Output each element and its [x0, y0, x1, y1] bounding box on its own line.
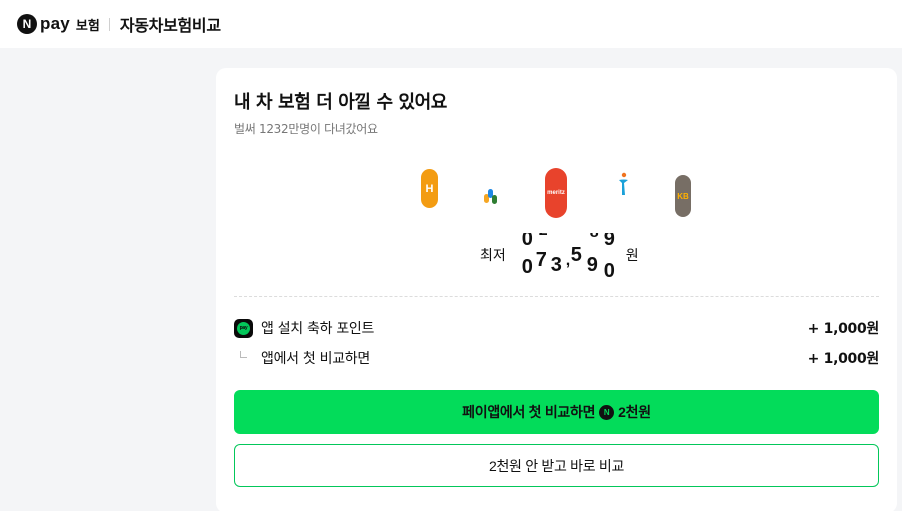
- point-amount: + 1,000원: [807, 321, 880, 337]
- point-amount: + 1,000원: [807, 351, 880, 367]
- top-navigation-bar: N pay 보험 자동차보험비교: [0, 0, 902, 48]
- price-digit: 0: [521, 233, 533, 250]
- meritz-insurance-logo-icon: meritz: [545, 168, 567, 218]
- compare-in-pay-app-button[interactable]: 페이앱에서 첫 비교하면 N 2천원: [234, 390, 879, 434]
- naver-point-coin-icon: N: [599, 404, 615, 420]
- hyundai-insurance-logo-icon: H: [421, 169, 438, 208]
- lowest-price-row: 최저 0 2 8 9 0 7 3 , 5 9 0 원: [480, 230, 639, 280]
- price-digit: 7: [535, 249, 547, 271]
- price-digit: 8: [590, 233, 599, 241]
- compare-without-reward-button[interactable]: 2천원 안 받고 바로 비교: [234, 444, 879, 487]
- naver-n-icon: N: [17, 14, 37, 34]
- card-title: 내 차 보험 더 아낄 수 있어요: [234, 92, 447, 113]
- npay-app-icon: pay: [234, 318, 253, 338]
- price-digit: 0: [603, 260, 615, 277]
- rolling-price-digits: 0 2 8 9 0 7 3 , 5 9 0: [522, 233, 622, 277]
- dashed-divider: [234, 296, 879, 297]
- price-unit: 원: [625, 248, 639, 264]
- point-label: 앱 설치 축하 포인트: [261, 321, 375, 337]
- point-label: 앱에서 첫 비교하면: [261, 351, 370, 367]
- price-digit: 3: [550, 254, 562, 276]
- insurance-brand-label: 보험: [75, 18, 100, 34]
- comparison-card: 내 차 보험 더 아낄 수 있어요 벌써 1232만명이 다녀갔어요 H mer…: [216, 68, 897, 511]
- kb-insurance-logo-icon: KB: [675, 175, 691, 217]
- price-digit: 0: [521, 256, 533, 277]
- hanwha-insurance-logo-icon: [617, 171, 629, 197]
- pay-wordmark: pay: [40, 14, 70, 33]
- sub-item-corner-icon: [234, 349, 253, 368]
- price-digit: 9: [603, 233, 615, 250]
- primary-button-text: 페이앱에서 첫 비교하면: [462, 404, 596, 420]
- app-install-point-row: pay 앱 설치 축하 포인트 + 1,000원: [234, 318, 879, 338]
- npay-insurance-logo[interactable]: N pay 보험: [17, 14, 100, 34]
- primary-button-reward: 2천원: [618, 404, 651, 420]
- price-comma: ,: [565, 252, 571, 269]
- header-divider: [108, 17, 110, 31]
- service-title: 자동차보험비교: [119, 16, 221, 35]
- price-digit: 9: [586, 254, 598, 276]
- price-digit: 5: [570, 244, 582, 266]
- visitor-count-subtitle: 벌써 1232만명이 다녀갔어요: [234, 122, 378, 136]
- lowest-price-label: 최저: [480, 248, 506, 264]
- db-insurance-logo-icon: [484, 189, 498, 211]
- price-digit: 2: [539, 233, 548, 239]
- first-compare-point-row: 앱에서 첫 비교하면 + 1,000원: [234, 348, 879, 368]
